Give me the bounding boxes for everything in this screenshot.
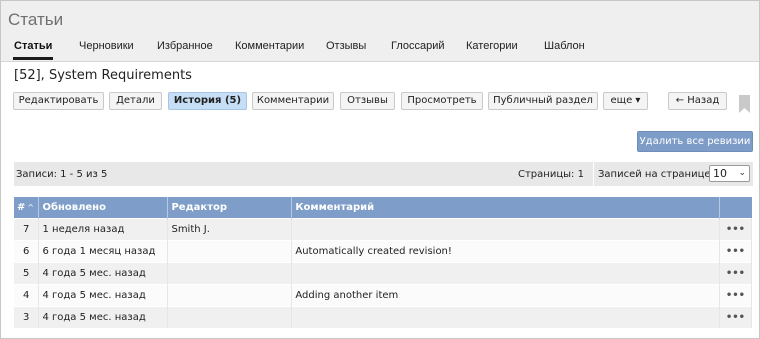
column-header-comment[interactable]: Комментарий [291,197,720,219]
tab-drafts[interactable]: Черновики [79,40,134,52]
row-comment: Adding another item [291,284,720,307]
row-number: 3 [14,306,40,328]
tab-reviews[interactable]: Отзывы [326,40,366,52]
row-editor: Smith J. [167,218,293,241]
pager-divider [593,162,594,186]
row-editor [167,284,293,307]
record-title: [52], System Requirements [14,68,192,83]
row-menu-icon[interactable]: ••• [719,218,753,241]
column-header-actions [719,197,752,219]
pagination-bar: Записи: 1 - 5 из 5 Страницы: 1 Записей н… [14,162,753,186]
row-number: 6 [14,240,40,263]
per-page-select[interactable]: 10 ⌄ [709,165,750,182]
table-row[interactable]: 5 4 года 5 мес. назад ••• [14,262,753,285]
per-page-label: Записей на странице: [598,169,714,180]
tab-comments[interactable]: Комментарии [235,40,304,52]
row-updated: 6 года 1 месяц назад [38,240,169,263]
row-menu-icon[interactable]: ••• [719,306,753,328]
page-header: Статьи Статьи Черновики Избранное Коммен… [1,1,759,62]
tab-glossary[interactable]: Глоссарий [391,40,445,52]
details-button[interactable]: Детали [109,92,162,110]
table-row[interactable]: 6 6 года 1 месяц назад Automatically cre… [14,240,753,263]
row-comment: Automatically created revision! [291,240,720,263]
history-button[interactable]: История (5) [168,92,247,110]
row-number: 4 [14,284,40,307]
tab-articles[interactable]: Статьи [12,40,54,60]
page-title: Статьи [8,10,64,29]
reviews-button[interactable]: Отзывы [340,92,395,110]
row-menu-icon[interactable]: ••• [719,284,753,307]
column-header-updated[interactable]: Обновлено [38,197,169,219]
table-header-row: # ^ Обновлено Редактор Комментарий [14,197,752,219]
row-comment [291,262,720,285]
row-menu-icon[interactable]: ••• [719,240,753,263]
chevron-down-icon: ⌄ [738,168,746,178]
edit-button[interactable]: Редактировать [13,92,104,110]
row-menu-icon[interactable]: ••• [719,262,753,285]
row-editor [167,306,293,328]
delete-all-revisions-button[interactable]: Удалить все ревизии [637,131,753,152]
app-window: Статьи Статьи Черновики Избранное Коммен… [0,0,760,339]
sort-ascending-icon: ^ [27,203,35,212]
row-updated: 4 года 5 мес. назад [38,262,169,285]
tab-categories[interactable]: Категории [466,40,518,52]
row-comment [291,218,720,241]
revisions-table: # ^ Обновлено Редактор Комментарий 7 1 не… [14,197,753,328]
tab-template[interactable]: Шаблон [544,40,585,52]
more-dropdown-button[interactable]: еще ▾ [603,92,648,110]
records-count: Записи: 1 - 5 из 5 [16,169,108,180]
row-number: 7 [14,218,40,241]
column-header-editor[interactable]: Редактор [167,197,293,219]
table-row[interactable]: 7 1 неделя назад Smith J. ••• [14,218,753,241]
back-button[interactable]: ← Назад [668,92,727,110]
per-page-value: 10 [713,167,727,180]
row-editor [167,240,293,263]
tab-favorites[interactable]: Избранное [157,40,213,52]
public-section-button[interactable]: Публичный раздел [488,92,598,110]
table-row[interactable]: 3 4 года 5 мес. назад ••• [14,306,753,328]
row-editor [167,262,293,285]
view-button[interactable]: Просмотреть [401,92,483,110]
comments-button[interactable]: Комментарии [252,92,334,110]
row-updated: 1 неделя назад [38,218,169,241]
row-comment [291,306,720,328]
table-row[interactable]: 4 4 года 5 мес. назад Adding another ite… [14,284,753,307]
row-updated: 4 года 5 мес. назад [38,284,169,307]
row-updated: 4 года 5 мес. назад [38,306,169,328]
pages-indicator: Страницы: 1 [518,169,584,180]
row-number: 5 [14,262,40,285]
column-header-num[interactable]: # ^ [14,197,40,219]
